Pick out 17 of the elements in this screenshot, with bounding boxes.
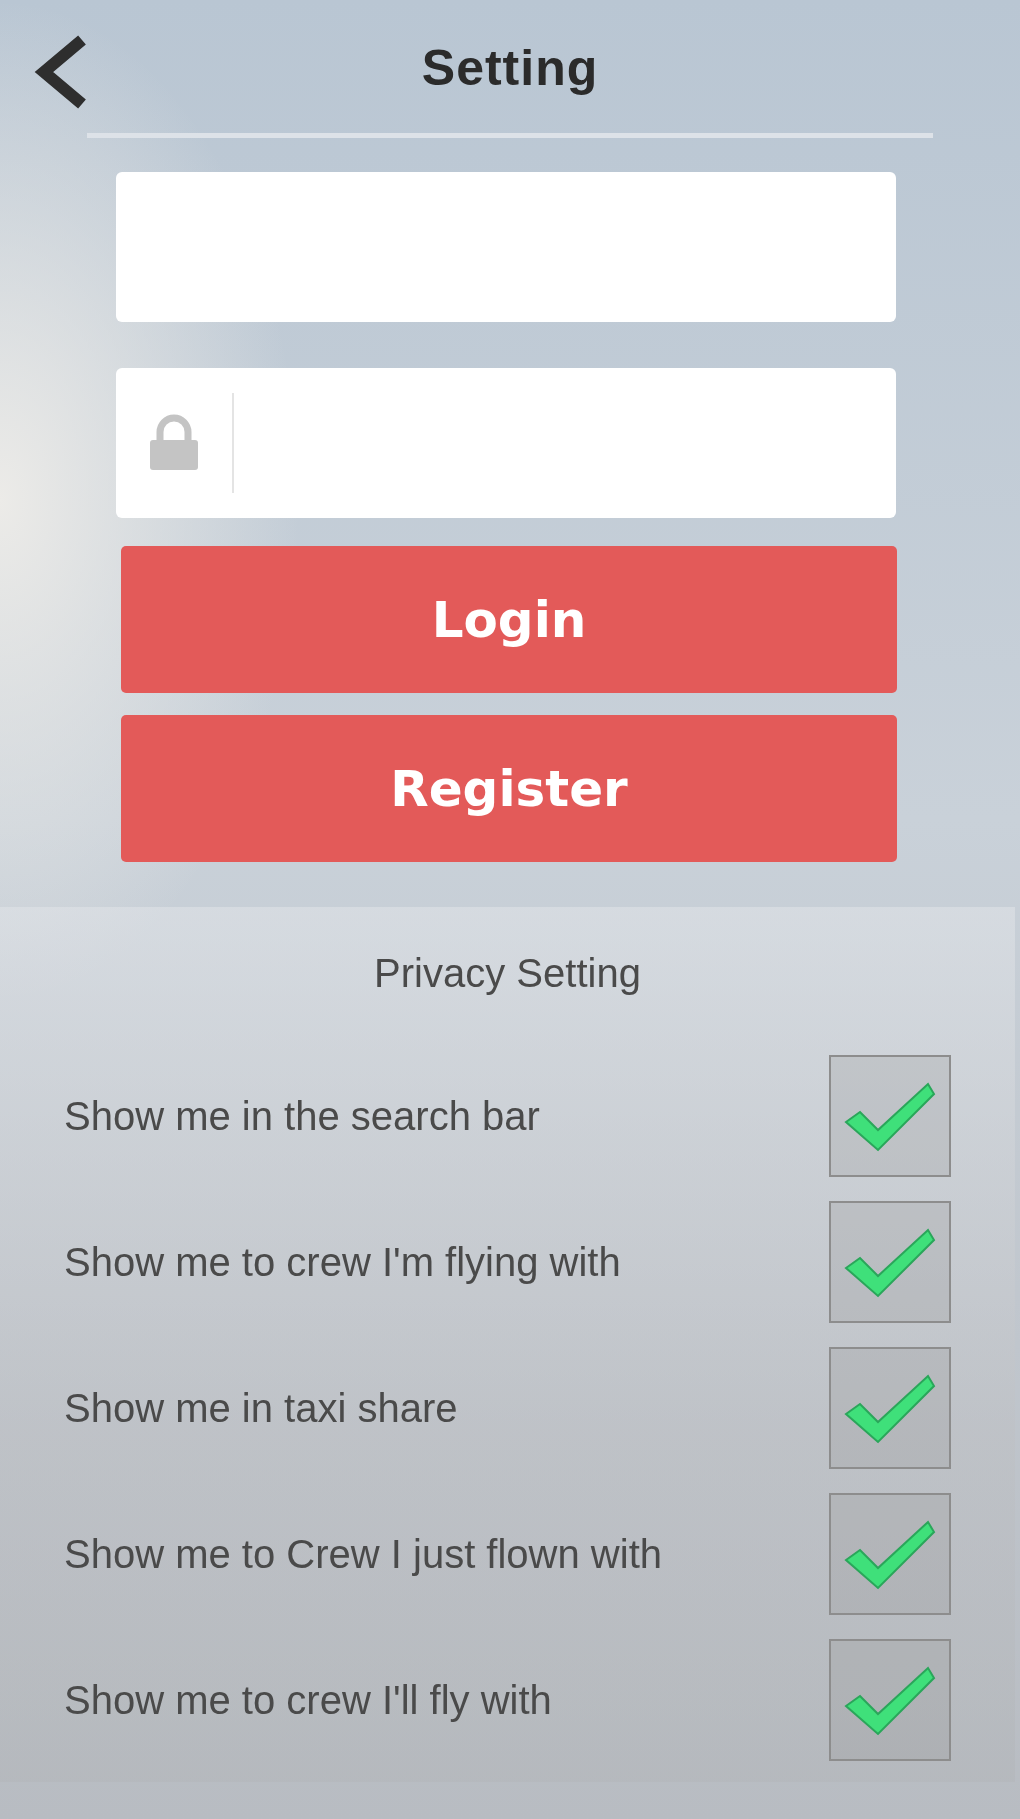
- checkbox[interactable]: [829, 1201, 951, 1323]
- option-label: Show me to Crew I just flown with: [64, 1531, 662, 1577]
- action-button[interactable]: Register: [121, 715, 897, 862]
- section-title: Privacy Setting: [373, 950, 642, 997]
- checkbox[interactable]: [829, 1639, 951, 1761]
- page-title: Setting: [421, 39, 599, 97]
- input-field[interactable]: [116, 172, 896, 322]
- checkbox[interactable]: [829, 1055, 951, 1177]
- lock-icon: [148, 414, 200, 472]
- option-label: Show me in taxi share: [64, 1385, 458, 1431]
- checkbox[interactable]: [829, 1493, 951, 1615]
- option-label: Show me to crew I'll fly with: [64, 1677, 552, 1723]
- password-field[interactable]: [116, 368, 896, 518]
- option-label: Show me in the search bar: [64, 1093, 540, 1139]
- action-button[interactable]: Login: [121, 546, 897, 693]
- checkbox[interactable]: [829, 1347, 951, 1469]
- option-label: Show me to crew I'm flying with: [64, 1239, 621, 1285]
